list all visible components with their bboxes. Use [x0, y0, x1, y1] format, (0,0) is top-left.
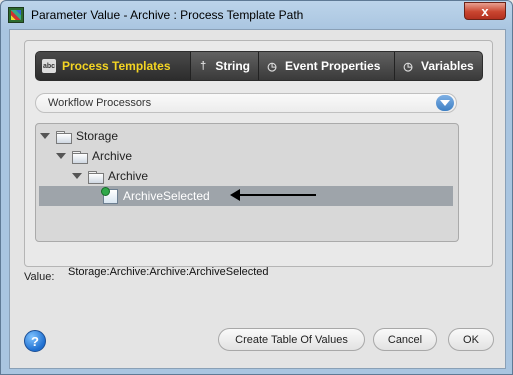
value-text: Storage:Archive:Archive:ArchiveSelected [68, 266, 269, 278]
chevron-down-icon[interactable] [436, 95, 454, 111]
clock-icon: ◷ [403, 60, 413, 73]
window-title: Parameter Value - Archive : Process Temp… [31, 8, 304, 22]
expand-triangle-icon[interactable] [40, 133, 50, 139]
tab-bar: abc Process Templates † String ◷ Event P… [35, 51, 483, 81]
help-icon[interactable]: ? [24, 330, 46, 352]
folder-icon [88, 170, 104, 184]
ok-button[interactable]: OK [448, 328, 494, 351]
tree-node-label: Archive [108, 169, 149, 183]
tab-label: Event Properties [285, 59, 381, 73]
close-button[interactable]: x [464, 2, 506, 20]
parameter-value-window: Parameter Value - Archive : Process Temp… [0, 0, 513, 375]
expand-triangle-icon[interactable] [56, 153, 66, 159]
dropdown-value: Workflow Processors [48, 97, 152, 109]
tree-node-label: Archive [92, 149, 133, 163]
tab-label: Variables [421, 59, 474, 73]
expand-triangle-icon[interactable] [72, 173, 82, 179]
tab-process-templates[interactable]: abc Process Templates [36, 52, 191, 80]
app-icon [8, 7, 24, 23]
pin-icon: † [200, 60, 207, 72]
tree-node-label: ArchiveSelected [123, 189, 210, 203]
cancel-button[interactable]: Cancel [373, 328, 437, 351]
process-template-icon [101, 186, 118, 204]
title-bar: Parameter Value - Archive : Process Temp… [1, 1, 512, 29]
tree-node-storage[interactable]: Storage [40, 126, 118, 146]
pointer-arrow-icon [230, 189, 316, 201]
tree-node-archive-child[interactable]: Archive [72, 166, 148, 186]
clock-icon: ◷ [267, 60, 277, 73]
tab-variables[interactable]: ◷ Variables [395, 52, 482, 80]
create-table-button[interactable]: Create Table Of Values [218, 328, 365, 351]
workflow-dropdown[interactable]: Workflow Processors [35, 93, 457, 113]
tab-event-properties[interactable]: ◷ Event Properties [259, 52, 395, 80]
value-label: Value: [24, 271, 55, 283]
selection-panel: abc Process Templates † String ◷ Event P… [24, 40, 493, 267]
dialog-body: abc Process Templates † String ◷ Event P… [9, 29, 506, 369]
tree-node-archive-selected[interactable]: ArchiveSelected [101, 186, 210, 206]
folder-icon [56, 130, 72, 144]
folder-icon [72, 150, 88, 164]
tab-label: String [215, 59, 250, 73]
tab-string[interactable]: † String [191, 52, 259, 80]
tab-label: Process Templates [62, 59, 171, 73]
tree-node-label: Storage [76, 129, 119, 143]
abc-icon: abc [42, 59, 56, 73]
tree-node-archive[interactable]: Archive [56, 146, 132, 166]
template-tree: Storage Archive Archive ArchiveSelected [35, 123, 459, 242]
selected-tree-row[interactable]: ArchiveSelected [39, 186, 453, 206]
